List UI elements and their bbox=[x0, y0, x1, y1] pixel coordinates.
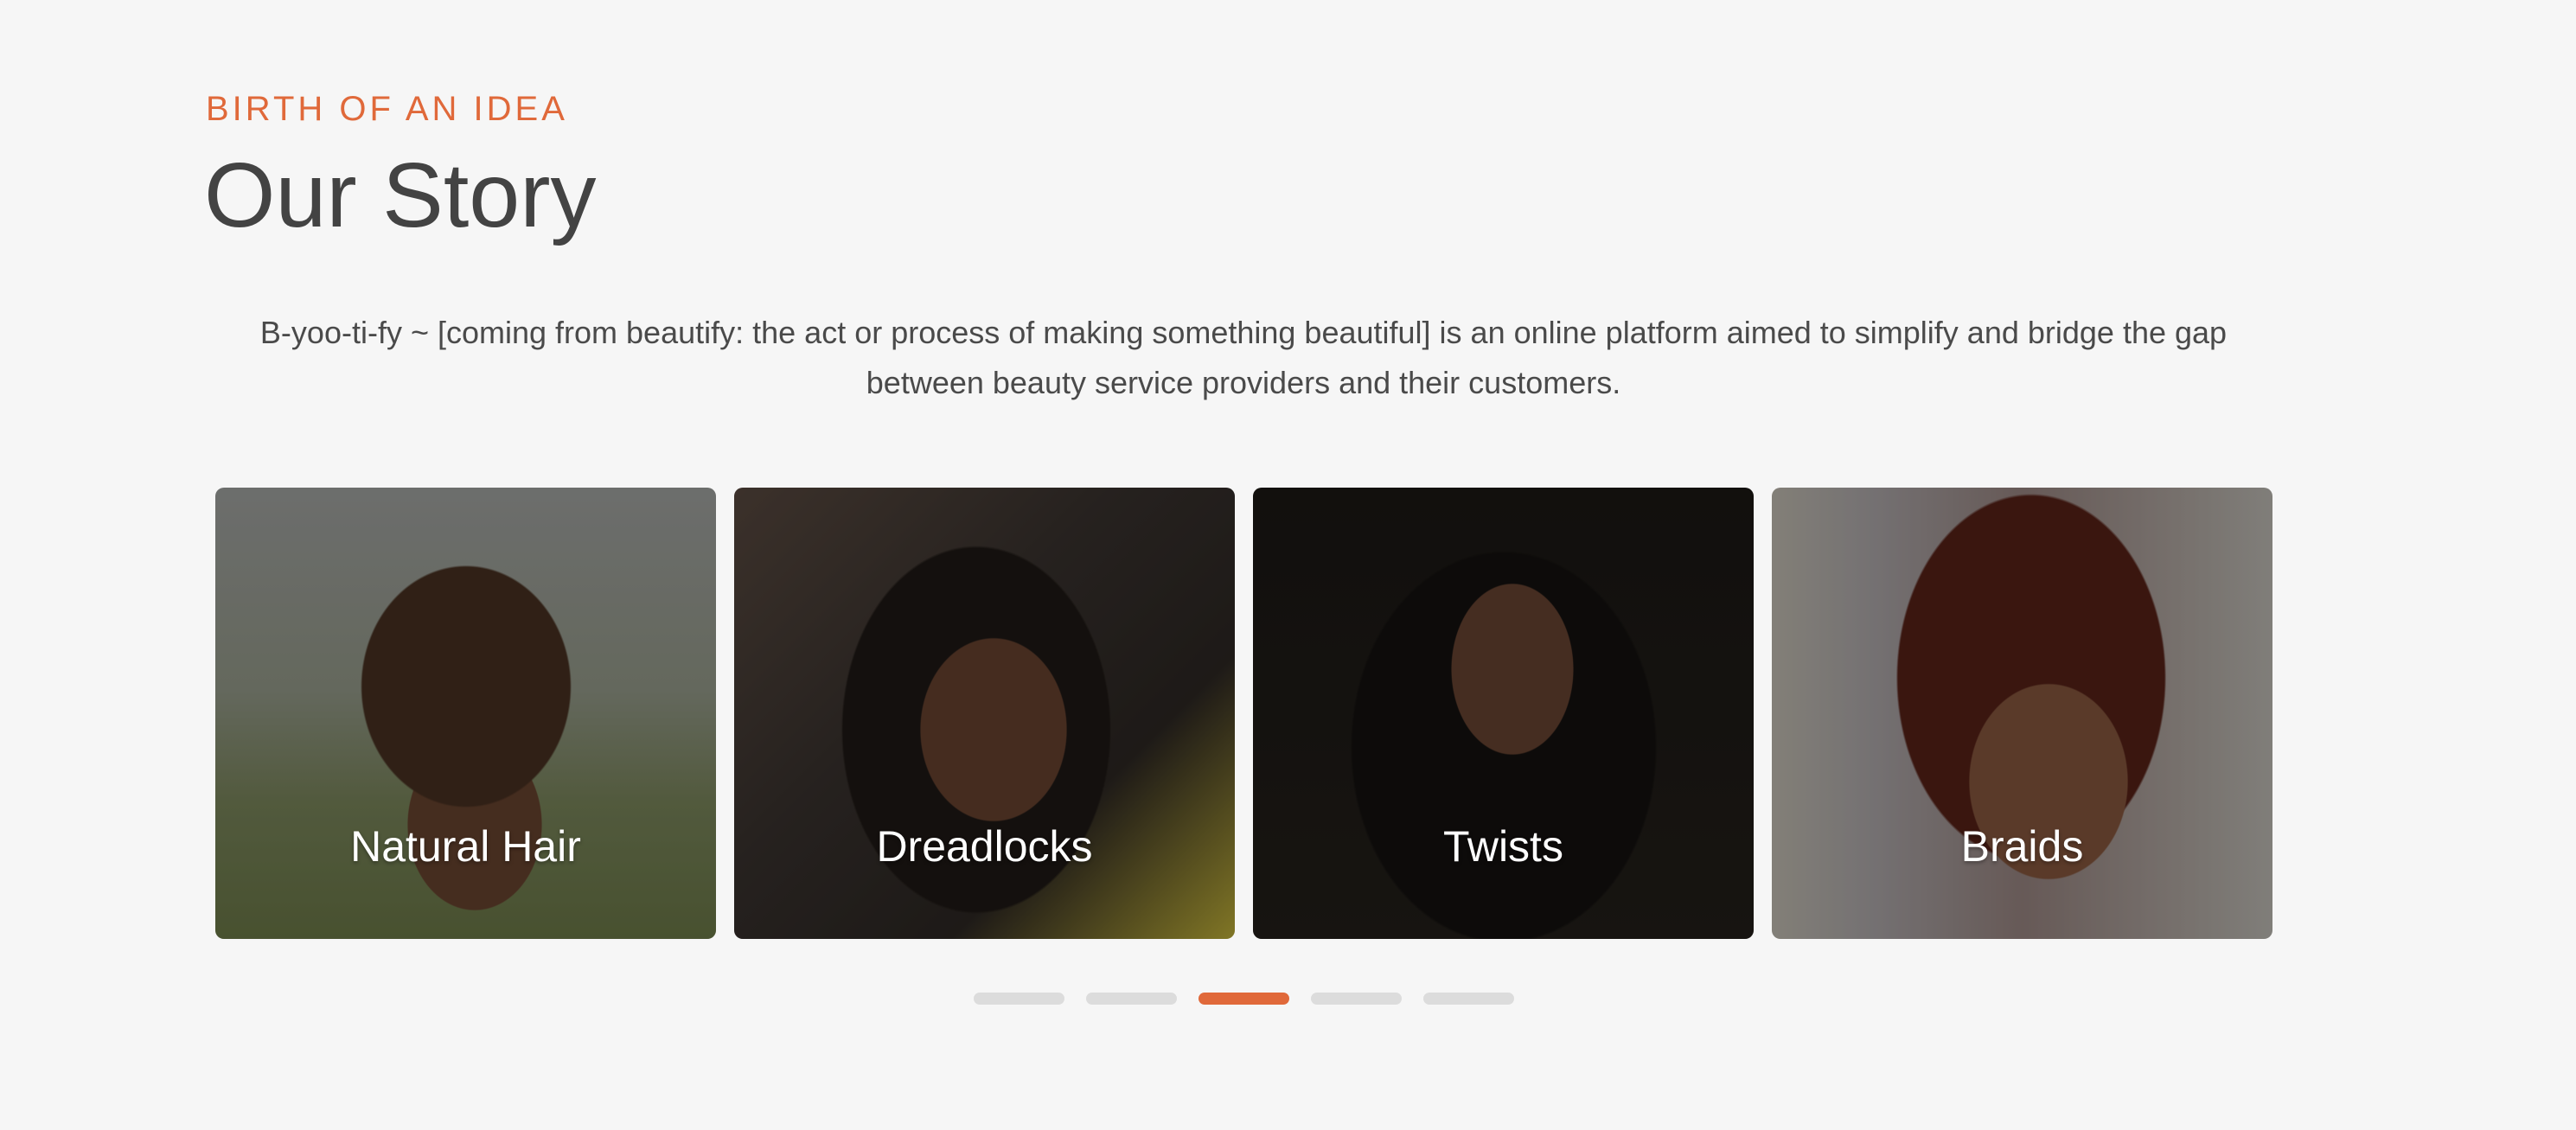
card-label: Dreadlocks bbox=[876, 822, 1093, 871]
carousel-dot-4[interactable] bbox=[1311, 993, 1402, 1005]
carousel-dot-3[interactable] bbox=[1199, 993, 1289, 1005]
our-story-section: BIRTH OF AN IDEA Our Story B-yoo-ti-fy ~… bbox=[0, 0, 2576, 1130]
carousel-dot-5[interactable] bbox=[1423, 993, 1514, 1005]
category-card-twists[interactable]: Twists bbox=[1253, 488, 1754, 939]
category-card-dreadlocks[interactable]: Dreadlocks bbox=[734, 488, 1235, 939]
page-title: Our Story bbox=[204, 144, 597, 246]
card-label: Twists bbox=[1443, 822, 1563, 871]
category-card-braids[interactable]: Braids bbox=[1772, 488, 2272, 939]
carousel-pagination bbox=[974, 993, 1514, 1005]
carousel-dot-2[interactable] bbox=[1086, 993, 1177, 1005]
card-label: Natural Hair bbox=[350, 822, 581, 871]
carousel-dot-1[interactable] bbox=[974, 993, 1064, 1005]
section-eyebrow: BIRTH OF AN IDEA bbox=[206, 90, 568, 128]
card-label: Braids bbox=[1960, 822, 2084, 871]
category-card-natural-hair[interactable]: Natural Hair bbox=[215, 488, 716, 939]
category-carousel: Natural Hair Dreadlocks Twists Braids bbox=[215, 488, 2272, 939]
section-description: B-yoo-ti-fy ~ [coming from beautify: the… bbox=[259, 315, 2228, 400]
